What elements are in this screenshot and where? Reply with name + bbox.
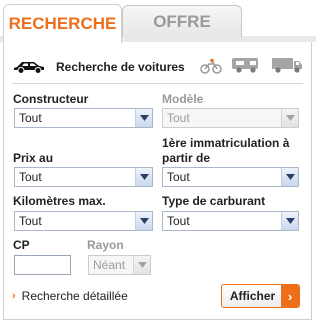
- cp-label: CP: [13, 238, 30, 252]
- afficher-label: Afficher: [229, 289, 276, 303]
- immatriculation-label-line1: 1ère immatriculation à: [162, 136, 290, 150]
- carburant-value: Tout: [167, 214, 190, 228]
- kilometres-label: Kilomètres max.: [13, 194, 106, 208]
- chevron-down-icon: [281, 168, 298, 186]
- car-icon[interactable]: [12, 58, 46, 77]
- chevron-down-icon: [281, 109, 298, 127]
- constructeur-value: Tout: [19, 111, 42, 125]
- vehicle-search-title: Recherche de voitures: [56, 60, 185, 74]
- motorcycle-icon[interactable]: [200, 58, 222, 74]
- modele-label: Modèle: [162, 92, 204, 106]
- tab-offre[interactable]: OFFRE: [122, 5, 242, 37]
- truck-icon[interactable]: [270, 56, 304, 74]
- detailed-search-link[interactable]: › Recherche détaillée: [12, 289, 128, 303]
- afficher-button[interactable]: Afficher ›: [221, 284, 300, 308]
- modele-select[interactable]: Tout: [162, 108, 299, 128]
- rayon-label: Rayon: [87, 238, 124, 252]
- kilometres-value: Tout: [19, 214, 42, 228]
- chevron-right-icon: ›: [12, 290, 16, 302]
- immatriculation-select[interactable]: Tout: [162, 167, 299, 187]
- chevron-right-icon: ›: [281, 285, 299, 307]
- carburant-label: Type de carburant: [162, 194, 266, 208]
- search-panel: Recherche de voitures Constructeur Tout …: [3, 42, 312, 320]
- modele-value: Tout: [167, 111, 190, 125]
- tab-recherche[interactable]: RECHERCHE: [3, 4, 122, 43]
- carburant-select[interactable]: Tout: [162, 211, 299, 231]
- tab-bar: RECHERCHE OFFRE: [0, 0, 316, 43]
- immatriculation-value: Tout: [167, 170, 190, 184]
- chevron-down-icon: [135, 109, 152, 127]
- prix-label: Prix au: [13, 151, 54, 165]
- vehicle-type-bar: Recherche de voitures: [12, 56, 304, 78]
- chevron-down-icon: [133, 256, 150, 274]
- chevron-down-icon: [135, 212, 152, 230]
- chevron-down-icon: [135, 168, 152, 186]
- constructeur-label: Constructeur: [13, 92, 89, 106]
- chevron-down-icon: [281, 212, 298, 230]
- rayon-select[interactable]: Néant: [88, 255, 151, 275]
- immatriculation-label-line2: partir de: [162, 151, 211, 165]
- cp-input[interactable]: [14, 255, 71, 275]
- prix-value: Tout: [19, 170, 42, 184]
- rayon-value: Néant: [93, 258, 126, 272]
- constructeur-select[interactable]: Tout: [14, 108, 153, 128]
- detailed-search-label: Recherche détaillée: [21, 289, 128, 303]
- camper-icon[interactable]: [230, 56, 262, 74]
- kilometres-select[interactable]: Tout: [14, 211, 153, 231]
- prix-select[interactable]: Tout: [14, 167, 153, 187]
- vehicle-divider: [12, 83, 303, 84]
